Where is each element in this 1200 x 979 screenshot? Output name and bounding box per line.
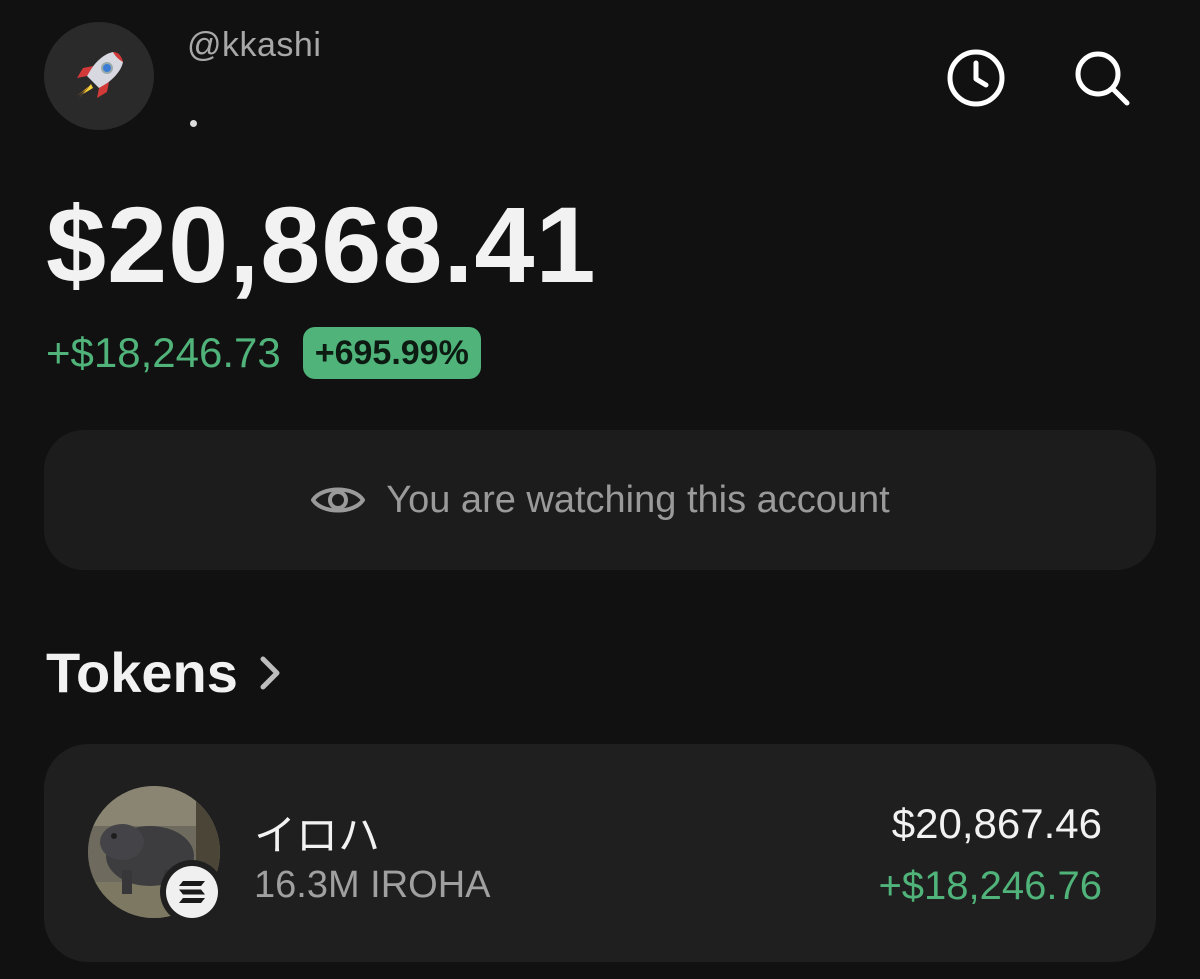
token-row[interactable]: イロハ 16.3M IROHA $20,867.46 +$18,246.76	[44, 744, 1156, 962]
chevron-right-icon	[258, 654, 282, 692]
chain-badge	[160, 860, 224, 924]
total-balance: $20,868.41	[46, 184, 597, 305]
avatar[interactable]	[44, 22, 154, 130]
watching-account-banner: You are watching this account	[44, 430, 1156, 570]
token-name: イロハ	[254, 812, 381, 859]
token-change: +$18,246.76	[878, 864, 1102, 908]
balance-change-amount: +$18,246.73	[46, 329, 281, 376]
status-dot	[190, 120, 197, 127]
watching-account-text: You are watching this account	[386, 478, 890, 521]
solana-icon	[179, 881, 205, 903]
search-icon	[1075, 51, 1130, 106]
rocket-icon	[77, 52, 123, 98]
balance-change-percent-badge: +695.99%	[302, 327, 481, 379]
history-button[interactable]	[945, 47, 1007, 109]
token-value: $20,867.46	[891, 800, 1102, 847]
eye-icon	[311, 487, 366, 513]
balance-change-row: +$18,246.73 +695.99%	[46, 326, 481, 380]
tokens-title: Tokens	[46, 641, 238, 704]
clock-icon	[947, 49, 1005, 107]
username: @kkashi	[187, 26, 322, 64]
search-button[interactable]	[1071, 47, 1133, 109]
tokens-section-header[interactable]: Tokens	[46, 640, 282, 705]
token-amount: 16.3M IROHA	[254, 864, 491, 906]
